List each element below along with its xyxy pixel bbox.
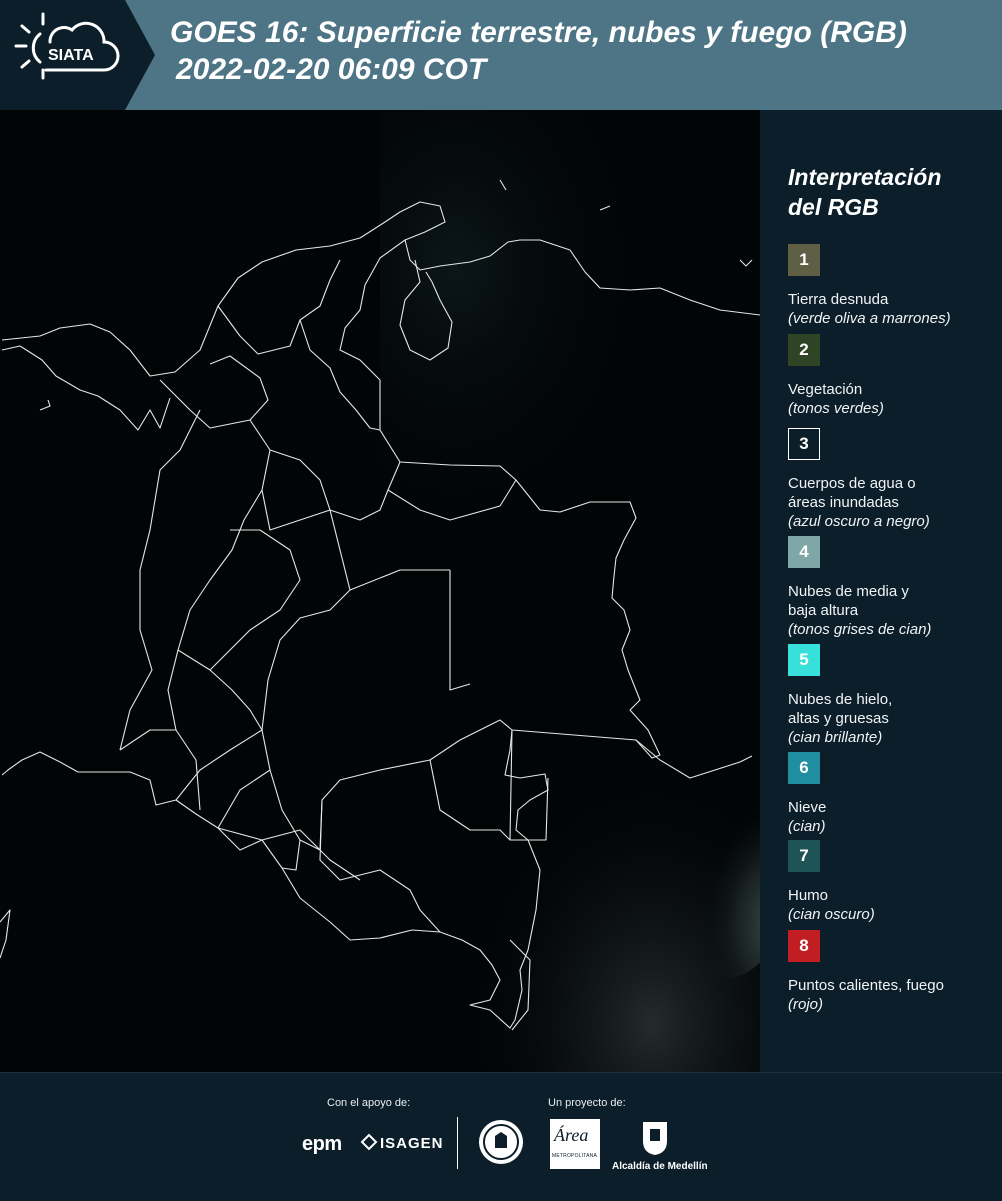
legend-swatch: 4	[788, 536, 820, 568]
legend-title-line-2: del RGB	[788, 194, 879, 220]
legend-sublabel: (rojo)	[788, 996, 824, 1013]
legend-title-line-1: Interpretación	[788, 164, 942, 190]
project-caption: Un proyecto de:	[548, 1097, 626, 1109]
siata-logo-panel: SIATA	[0, 0, 155, 110]
header-bar: SIATA GOES 16: Superficie terrestre, nub…	[0, 0, 1002, 110]
support-caption: Con el apoyo de:	[327, 1097, 411, 1109]
legend-sublabel: (azul oscuro a negro)	[788, 513, 930, 530]
legend-item: 4 Nubes de media y baja altura (tonos grise…	[788, 536, 998, 639]
legend-title: Interpretación del RGB	[788, 162, 988, 222]
legend-label: Nubes de media y baja altura (tonos grises…	[788, 582, 998, 639]
legend-label-line: Tierra desnuda	[788, 291, 889, 308]
legend-item: 5 Nubes de hielo, altas y gruesas (cian bri…	[788, 644, 998, 747]
legend-label-line: baja altura	[788, 602, 859, 619]
isagen-logo: ISAGEN	[380, 1135, 444, 1152]
legend-swatch: 5	[788, 644, 820, 676]
cloud-haze	[380, 110, 760, 630]
legend-label-line: Nieve	[788, 799, 827, 816]
legend-label-line: Puntos calientes, fuego	[788, 977, 944, 994]
legend-swatch: 1	[788, 244, 820, 276]
area-metropolitana-logo: Área METROPOLITANA	[550, 1119, 600, 1169]
title-line-1: GOES 16: Superficie terrestre, nubes y f…	[170, 16, 907, 49]
legend-label: Puntos calientes, fuego (rojo)	[788, 976, 998, 1014]
legend-sublabel: (cian brillante)	[788, 729, 883, 746]
legend-sublabel: (cian)	[788, 818, 826, 835]
area-logo-sub: METROPOLITANA	[552, 1153, 598, 1159]
legend-label: Humo (cian oscuro)	[788, 886, 998, 924]
page-title: GOES 16: Superficie terrestre, nubes y f…	[170, 14, 907, 88]
legend-label-line: Vegetación	[788, 381, 863, 398]
legend-label: Nieve (cian)	[788, 798, 998, 836]
legend-swatch: 7	[788, 840, 820, 872]
legend-panel: Interpretación del RGB 1 Tierra desnuda (v…	[760, 110, 1002, 1072]
coat-of-arms-icon	[643, 1122, 667, 1155]
legend-swatch: 6	[788, 752, 820, 784]
alcaldia-logo: Alcaldía de Medellín	[612, 1161, 708, 1172]
epm-logo: epm	[302, 1133, 342, 1155]
satellite-map	[0, 110, 760, 1072]
legend-swatch: 3	[788, 428, 820, 460]
legend-swatch: 2	[788, 334, 820, 366]
legend-label: Cuerpos de agua o áreas inundadas (azul os…	[788, 474, 998, 531]
legend-label: Nubes de hielo, altas y gruesas (cian bril…	[788, 690, 998, 747]
legend-sublabel: (cian oscuro)	[788, 906, 875, 923]
area-logo-title: Área	[554, 1125, 589, 1145]
siata-logo-icon: SIATA	[0, 0, 155, 110]
legend-sublabel: (tonos grises de cian)	[788, 621, 932, 638]
legend-item: 1 Tierra desnuda (verde oliva a marrones)	[788, 244, 998, 328]
seal-icon	[479, 1120, 523, 1164]
legend-label-line: altas y gruesas	[788, 710, 889, 727]
legend-label: Vegetación (tonos verdes)	[788, 380, 998, 418]
legend-item: 8 Puntos calientes, fuego (rojo)	[788, 930, 998, 1014]
legend-item: 3 Cuerpos de agua o áreas inundadas (azul o…	[788, 428, 998, 531]
legend-label-line: Nubes de media y	[788, 583, 909, 600]
title-line-2: 2022-02-20 06:09 COT	[176, 53, 487, 86]
legend-label-line: Cuerpos de agua o	[788, 475, 916, 492]
legend-item: 7 Humo (cian oscuro)	[788, 840, 998, 924]
svg-text:SIATA: SIATA	[48, 47, 94, 64]
legend-label: Tierra desnuda (verde oliva a marrones)	[788, 290, 998, 328]
legend-item: 6 Nieve (cian)	[788, 752, 998, 836]
legend-label-line: Nubes de hielo,	[788, 691, 893, 708]
footer: Con el apoyo de: Un proyecto de: epm ISA…	[0, 1072, 1002, 1201]
legend-label-line: Humo	[788, 887, 829, 904]
map-canvas	[0, 110, 760, 1072]
isagen-mark-icon	[360, 1133, 378, 1151]
legend-sublabel: (tonos verdes)	[788, 400, 884, 417]
legend-sublabel: (verde oliva a marrones)	[788, 310, 951, 327]
legend-item: 2 Vegetación (tonos verdes)	[788, 334, 998, 418]
footer-divider	[457, 1117, 458, 1169]
legend-swatch: 8	[788, 930, 820, 962]
legend-label-line: áreas inundadas	[788, 494, 899, 511]
